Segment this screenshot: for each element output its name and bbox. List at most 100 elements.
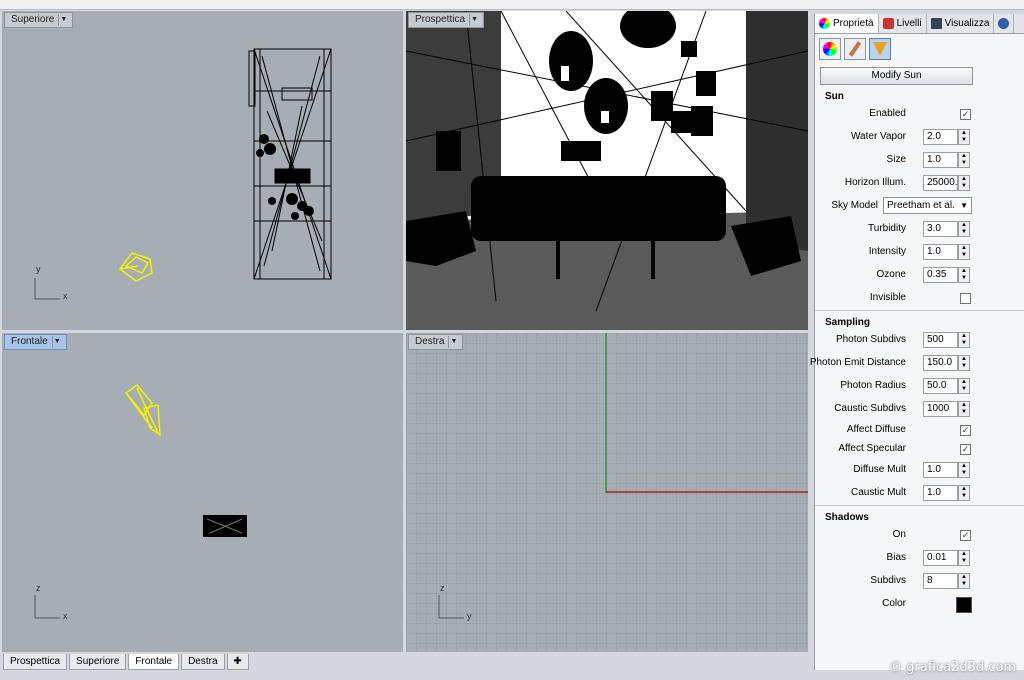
- caustic-subdivs-row: Caustic Subdivs 1000 ▲ ▼: [815, 398, 1024, 421]
- tab-superiore[interactable]: Superiore: [69, 654, 127, 670]
- spinner-icon[interactable]: ▲ ▼: [958, 550, 970, 566]
- sampling-group: Sampling Photon Subdivs 500 ▲ ▼ Photon Emit…: [810, 310, 1024, 505]
- axis-z-label: z: [36, 583, 41, 593]
- modify-sun-button[interactable]: Modify Sun: [820, 67, 973, 85]
- subdivs-row: Subdivs 8 ▲ ▼: [815, 570, 1024, 593]
- spinner-icon[interactable]: ▲ ▼: [958, 401, 970, 417]
- sampling-section-title: Sampling: [825, 317, 871, 328]
- spinner-icon[interactable]: ▲ ▼: [958, 332, 970, 348]
- shadows-section-title: Shadows: [825, 512, 869, 523]
- viewport-menu-icon[interactable]: ▼: [58, 14, 68, 26]
- viewport-menu-icon[interactable]: ▼: [51, 336, 62, 348]
- axis-x-label: x: [63, 291, 68, 301]
- diffuse-mult-input[interactable]: 1.0: [923, 462, 958, 478]
- sky-model-row: Sky Model Preetham et al. ▼: [815, 195, 1024, 218]
- affect-specular-checkbox[interactable]: ✓: [960, 444, 971, 455]
- subdivs-input[interactable]: 8: [923, 573, 958, 589]
- viewport-front[interactable]: Frontale ▼ z x: [2, 333, 403, 652]
- horizon-input[interactable]: 25000.0: [923, 175, 958, 191]
- shadows-on-checkbox[interactable]: ✓: [960, 530, 971, 541]
- shadows-on-row: On ✓: [892, 529, 971, 541]
- layers-icon: [882, 18, 894, 29]
- size-row: Size 1.0 ▲ ▼: [815, 149, 1024, 172]
- tab-properties[interactable]: Proprietà: [815, 14, 879, 33]
- viewport-right[interactable]: Destra ▼ z y: [406, 333, 808, 652]
- material-icon[interactable]: [819, 38, 841, 60]
- brush-icon[interactable]: [844, 38, 866, 60]
- viewport-front-title[interactable]: Frontale ▼: [4, 334, 67, 350]
- properties-panel: Proprietà Livelli Visualizza Modify Sun …: [810, 14, 1024, 670]
- viewport-menu-icon[interactable]: ▼: [448, 336, 458, 348]
- top-view-drawing: [34, 48, 332, 300]
- invisible-row: Invisible: [815, 287, 1024, 310]
- perspective-render: [406, 11, 808, 330]
- spinner-icon[interactable]: ▲ ▼: [958, 462, 970, 478]
- affect-diffuse-checkbox[interactable]: ✓: [960, 425, 971, 436]
- viewport-perspective-title[interactable]: Prospettica ▼: [408, 12, 485, 28]
- water-vapor-row: Water Vapor 2.0 ▲ ▼: [815, 126, 1024, 149]
- spinner-icon[interactable]: ▲ ▼: [958, 485, 970, 501]
- horizon-row: Horizon Illum.25000.0▲▼: [815, 172, 1024, 195]
- enabled-row: Enabled ✓: [869, 108, 971, 120]
- bias-row: Bias 0.01 ▲ ▼: [815, 547, 1024, 570]
- tab-help[interactable]: [994, 14, 1015, 33]
- spinner-icon[interactable]: ▲ ▼: [958, 267, 970, 283]
- color-row: Color: [815, 593, 1024, 616]
- spinner-icon[interactable]: ▲ ▼: [958, 244, 970, 260]
- axis-x-label: x: [63, 611, 68, 621]
- viewport-right-title[interactable]: Destra ▼: [408, 334, 464, 350]
- color-wheel-icon: [819, 18, 830, 29]
- axis-y-label: y: [36, 264, 41, 274]
- monitor-icon: [930, 18, 942, 29]
- shadows-group: Shadows On ✓ Bias 0.01 ▲ ▼ Subdivs 8 ▲ ▼ Color: [815, 505, 1024, 616]
- tab-destra[interactable]: Destra: [181, 654, 225, 670]
- ozone-row: Ozone 0.35 ▲ ▼: [815, 264, 1024, 287]
- spinner-icon[interactable]: ▲ ▼: [958, 378, 970, 394]
- tab-display[interactable]: Visualizza: [927, 14, 995, 33]
- viewport-menu-icon[interactable]: ▼: [469, 14, 479, 26]
- enabled-checkbox[interactable]: ✓: [960, 109, 971, 120]
- photon-radius-row: Photon Radius 50.0 ▲ ▼: [815, 375, 1024, 398]
- photon-radius-input[interactable]: 50.0: [923, 378, 958, 394]
- spinner-icon[interactable]: ▲ ▼: [958, 129, 970, 145]
- tab-layers[interactable]: Livelli: [879, 14, 927, 33]
- tab-frontale[interactable]: Frontale: [128, 654, 180, 670]
- spinner-icon[interactable]: ▲ ▼: [958, 355, 970, 371]
- photon-emit-row: Photon Emit Distance 150.0 ▲ ▼: [810, 352, 1024, 375]
- bias-input[interactable]: 0.01: [923, 550, 958, 566]
- photon-emit-input[interactable]: 150.0: [923, 355, 958, 371]
- viewport-top[interactable]: Superiore ▼ y x: [2, 11, 403, 330]
- turbidity-input[interactable]: 3.0: [923, 221, 958, 237]
- property-icons: [815, 34, 1024, 64]
- spinner-icon[interactable]: ▲ ▼: [958, 175, 970, 191]
- caustic-subdivs-input[interactable]: 1000: [923, 401, 958, 417]
- add-viewport-icon[interactable]: ✚: [226, 654, 249, 670]
- tab-prospettica[interactable]: Prospettica: [3, 654, 68, 670]
- watermark: © grafica2d3d.com: [889, 660, 1016, 675]
- intensity-input[interactable]: 1.0: [923, 244, 958, 260]
- axis-y-label: y: [467, 611, 472, 621]
- viewport-tabs: Prospettica Superiore Frontale Destra ✚: [0, 652, 810, 672]
- light-icon[interactable]: [869, 38, 891, 60]
- sun-section-title: Sun: [825, 91, 844, 102]
- viewport-top-title[interactable]: Superiore ▼: [4, 12, 74, 28]
- shadow-color-swatch[interactable]: [956, 597, 972, 613]
- photon-subdivs-row: Photon Subdivs 500 ▲ ▼: [815, 329, 1024, 352]
- caustic-mult-input[interactable]: 1.0: [923, 485, 958, 501]
- help-icon: [998, 18, 1010, 29]
- spinner-icon[interactable]: ▲ ▼: [958, 152, 970, 168]
- photon-subdivs-input[interactable]: 500: [923, 332, 958, 348]
- toolbar-strip: [0, 0, 1024, 10]
- chevron-down-icon: ▼: [960, 201, 968, 210]
- spinner-icon[interactable]: ▲ ▼: [958, 221, 970, 237]
- viewport-perspective[interactable]: Prospettica ▼: [406, 11, 808, 330]
- sky-model-select[interactable]: Preetham et al. ▼: [883, 197, 972, 214]
- front-view-drawing: [34, 383, 247, 619]
- ozone-input[interactable]: 0.35: [923, 267, 958, 283]
- size-input[interactable]: 1.0: [923, 152, 958, 168]
- water-vapor-input[interactable]: 2.0: [923, 129, 958, 145]
- invisible-checkbox[interactable]: [960, 293, 971, 304]
- affect-specular-row: Affect Specular ✓: [838, 443, 971, 455]
- spinner-icon[interactable]: ▲ ▼: [958, 573, 970, 589]
- axis-z-label: z: [440, 583, 445, 593]
